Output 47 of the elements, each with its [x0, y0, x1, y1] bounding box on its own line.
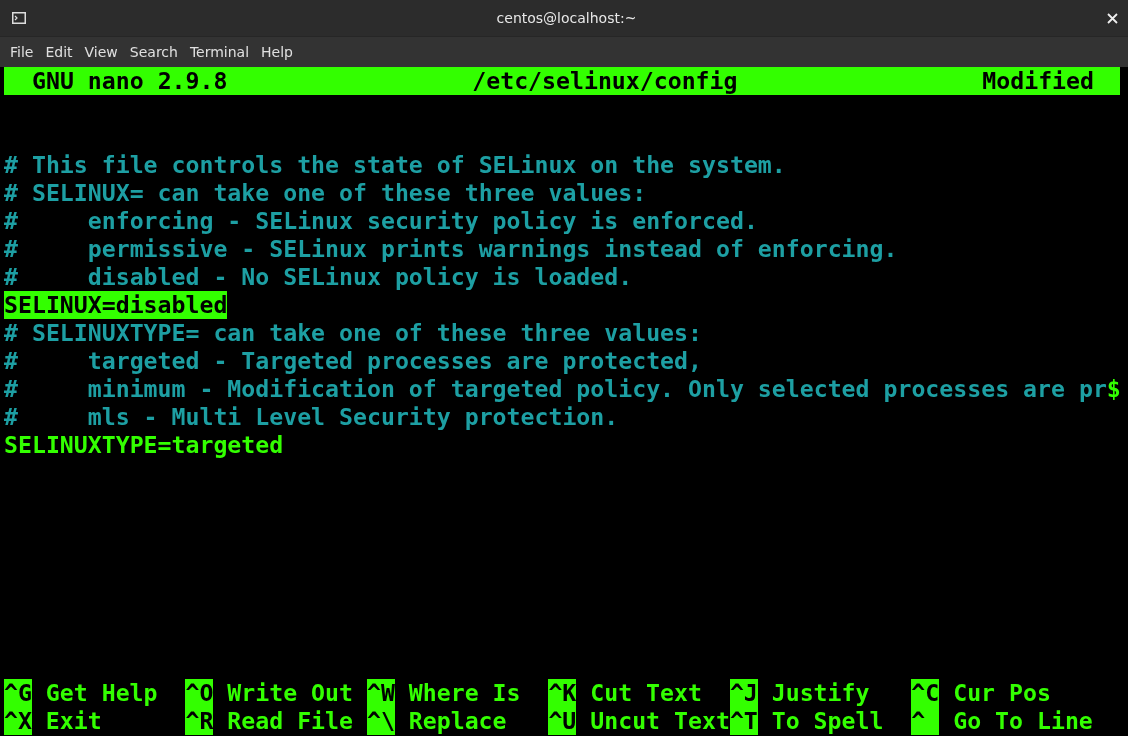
shortcut-key: ^T — [729, 707, 758, 735]
shortcut-key: ^K — [548, 679, 577, 707]
menu-item[interactable]: View — [78, 44, 124, 60]
file-path: /etc/selinux/config — [472, 67, 738, 95]
code-line: # enforcing - SELinux security policy is enforced. — [4, 207, 758, 235]
code-line: # minimum - Modification of targeted policy. Only selected processes are pr — [4, 375, 1107, 403]
code-line: # SELINUX= can take one of these three values: — [4, 179, 647, 207]
file-status: Modified — [982, 67, 1094, 95]
menu-item[interactable]: Edit — [39, 44, 79, 60]
shortcut-key: ^O — [185, 679, 214, 707]
shortcut-key: ^X — [4, 707, 32, 735]
menu-item[interactable]: Help — [255, 44, 299, 60]
shortcut-label: Get Help — [45, 679, 158, 707]
shortcut-label: Where Is — [408, 679, 521, 707]
shortcut-label: Justify — [771, 679, 870, 707]
nano-version: GNU nano 2.9.8 — [32, 67, 228, 95]
code-line: SELINUXTYPE=targeted — [4, 431, 284, 459]
shortcut-label: Cur Pos — [953, 679, 1051, 707]
menu-item[interactable]: File — [4, 44, 40, 60]
shortcut-key: ^\ — [366, 707, 395, 735]
shortcut-key: ^C — [911, 679, 940, 707]
overflow-marker: $ — [1106, 375, 1121, 403]
code-line: # disabled - No SELinux policy is loaded. — [4, 263, 633, 291]
shortcut-label: To Spell — [771, 707, 884, 735]
menu-item[interactable]: Search — [123, 44, 184, 60]
code-line: # targeted - Targeted processes are protected, — [4, 347, 702, 375]
code-line: # mls - Multi Level Security protection. — [4, 403, 619, 431]
shortcut-label: Replace — [408, 707, 507, 735]
shortcut-label: Exit — [45, 707, 102, 735]
code-line: # permissive - SELinux prints warnings instead of enforcing. — [4, 235, 898, 263]
shortcut-key: ^ — [911, 707, 940, 735]
window-title: centos@localhost:~ — [496, 10, 637, 26]
shortcut-label: Read File — [227, 707, 353, 735]
code-line: # This file controls the state of SELinux on the system. — [4, 151, 786, 179]
shortcut-key: ^W — [366, 679, 395, 707]
shortcut-label: Go To Line — [953, 707, 1093, 735]
shortcut-key: ^U — [548, 707, 577, 735]
shortcut-key: ^R — [185, 707, 214, 735]
menu-item[interactable]: Terminal — [183, 44, 256, 60]
shortcut-label: Uncut Text — [590, 707, 730, 735]
code-line: # SELINUXTYPE= can take one of these three values: — [4, 319, 702, 347]
shortcut-key: ^J — [729, 679, 758, 707]
shortcut-label: Cut Text — [590, 679, 702, 707]
close-icon[interactable] — [1107, 12, 1118, 24]
shortcut-label: Write Out — [227, 679, 353, 707]
terminal-icon — [12, 12, 26, 24]
shortcut-key: ^G — [4, 679, 32, 707]
